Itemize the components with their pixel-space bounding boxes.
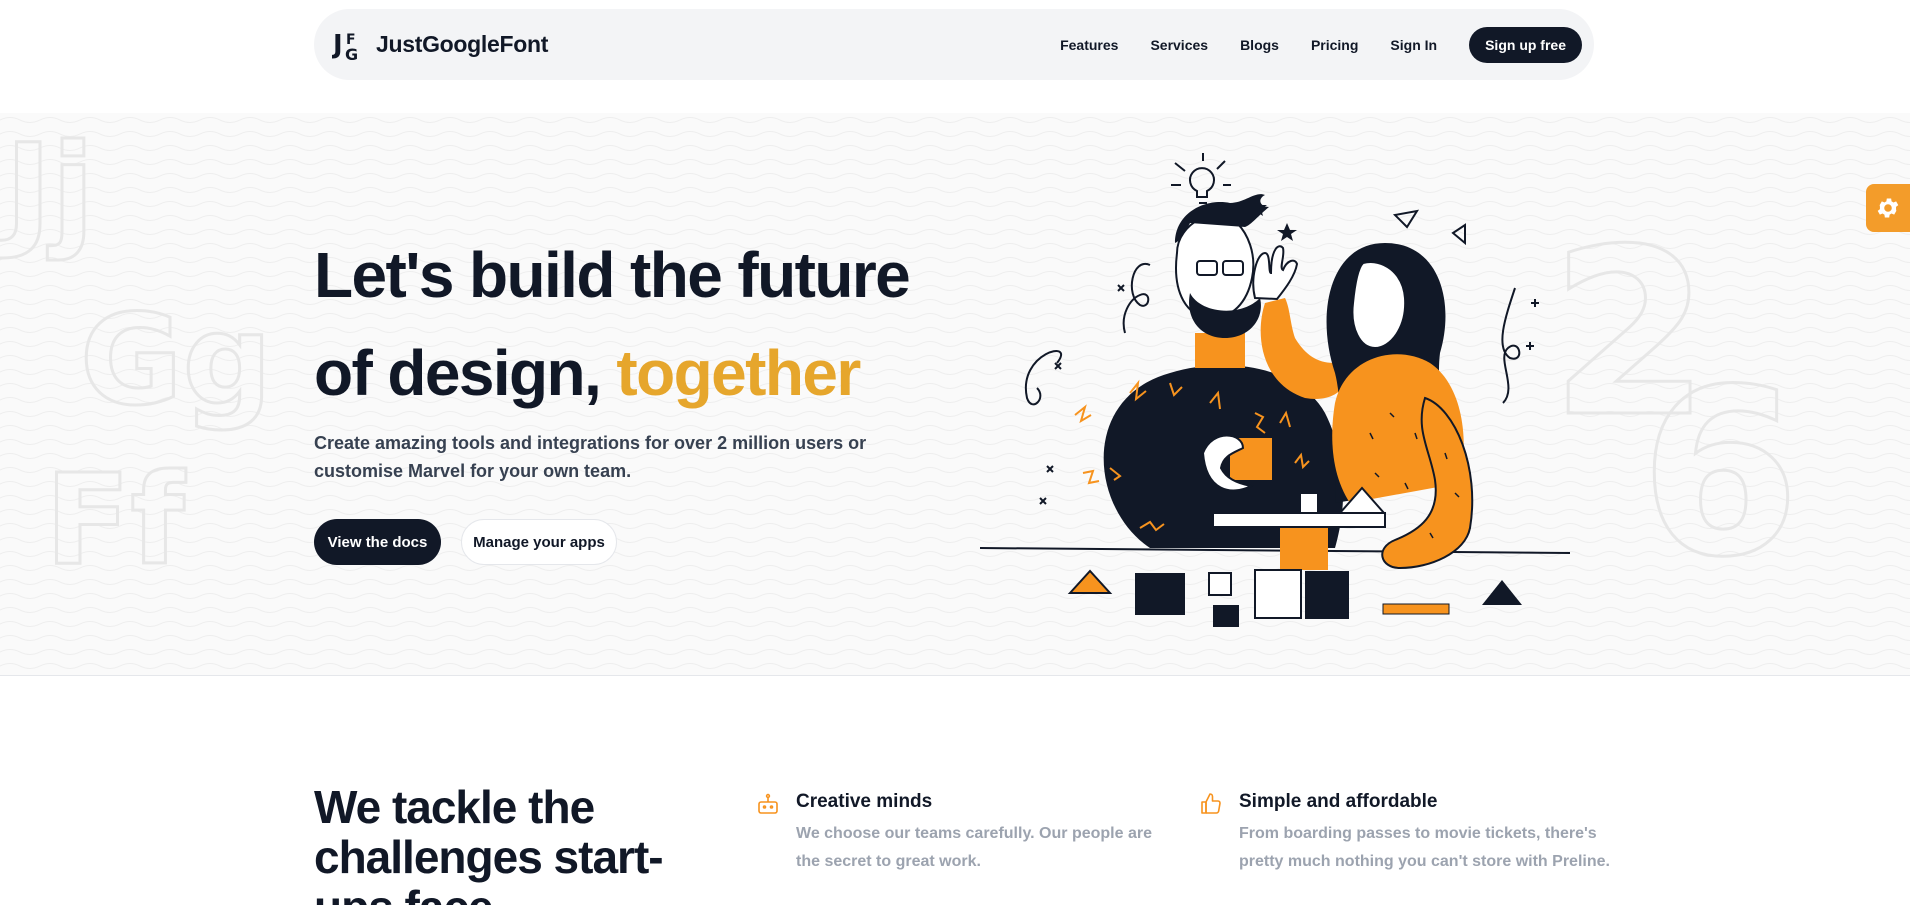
- hero-subtitle: Create amazing tools and integrations fo…: [314, 433, 867, 481]
- nav-link-sign-in[interactable]: Sign In: [1390, 37, 1437, 53]
- sign-up-button[interactable]: Sign up free: [1469, 26, 1582, 63]
- manage-apps-button[interactable]: Manage your apps: [461, 519, 617, 565]
- nav-link-features[interactable]: Features: [1060, 37, 1118, 53]
- feature-desc: We choose our teams carefully. Our peopl…: [796, 825, 1152, 870]
- nav-link-pricing[interactable]: Pricing: [1311, 37, 1358, 53]
- section-title: We tackle the challenges start-ups face: [314, 781, 664, 905]
- feature-creative-minds: Creative minds We choose our teams caref…: [756, 790, 1156, 876]
- team-illustration: [979, 153, 1571, 627]
- decorative-letters: Jj Gg Ff 2 6: [0, 117, 1802, 610]
- feature-simple-affordable: Simple and affordable From boarding pass…: [1199, 790, 1619, 876]
- brand-name: JustGoogleFont: [376, 31, 549, 57]
- hero-title-accent: together: [616, 337, 861, 409]
- nav-link-services[interactable]: Services: [1150, 37, 1208, 53]
- feature-title: Simple and affordable: [1239, 791, 1438, 812]
- hero-section: Jj Gg Ff 2 6 Let's build the future of d…: [0, 113, 1910, 676]
- svg-text:G: G: [345, 45, 358, 63]
- nav-link-blogs[interactable]: Blogs: [1240, 37, 1279, 53]
- feature-desc: From boarding passes to movie tickets, t…: [1239, 825, 1610, 870]
- view-docs-button[interactable]: View the docs: [314, 519, 441, 565]
- brand[interactable]: J F G JustGoogleFont: [331, 27, 549, 64]
- nav-links: Features Services Blogs Pricing Sign In …: [1060, 26, 1582, 63]
- navbar: J F G JustGoogleFont Features Services B…: [314, 9, 1594, 80]
- robot-icon: [758, 793, 778, 814]
- decor-digit-6: 6: [1640, 341, 1800, 608]
- thumbs-up-icon: [1201, 793, 1221, 814]
- decor-letters-jj: Jj: [0, 118, 94, 263]
- decor-letters-gg: Gg: [80, 288, 272, 433]
- lightbulb-icon: [1171, 153, 1231, 209]
- hero-title: Let's build the future of design, togeth…: [314, 226, 934, 422]
- brand-logo-icon: J F G: [331, 27, 368, 64]
- decor-letters-ff: Ff: [45, 448, 186, 593]
- gear-icon: [1877, 198, 1899, 218]
- svg-text:J: J: [332, 30, 343, 60]
- feature-title: Creative minds: [796, 791, 933, 812]
- settings-tab-button[interactable]: [1866, 184, 1910, 232]
